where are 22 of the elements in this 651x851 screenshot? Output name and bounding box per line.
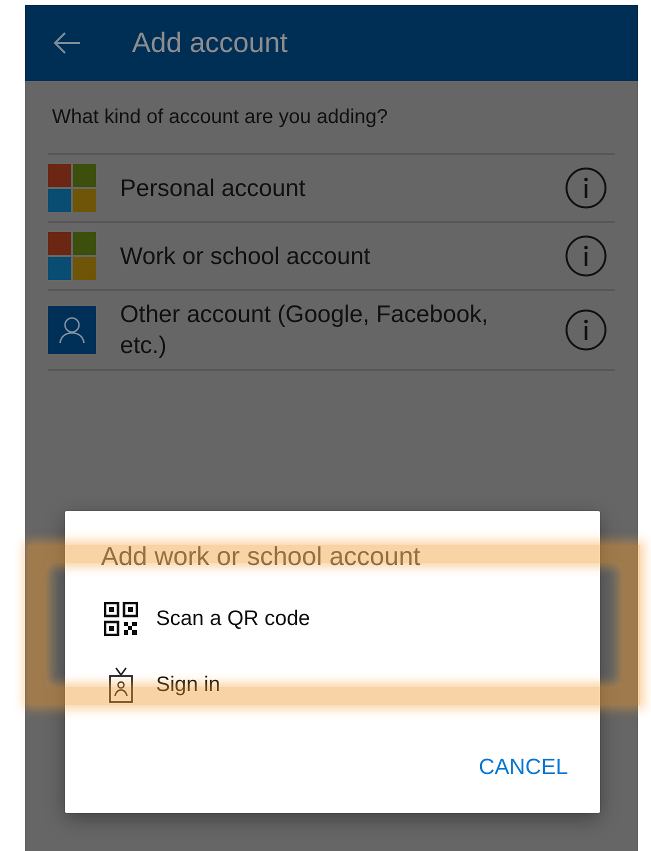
account-type-label: Work or school account: [120, 242, 372, 272]
account-type-item[interactable]: Personal account: [48, 155, 615, 223]
dialog-option[interactable]: Scan a QR code: [65, 586, 600, 652]
info-icon[interactable]: [565, 309, 607, 351]
account-type-label: Other account (Google, Facebook, etc.): [120, 300, 490, 361]
account-type-label: Personal account: [120, 174, 306, 204]
account-type-item[interactable]: Other account (Google, Facebook, etc.): [48, 291, 615, 371]
info-icon[interactable]: [565, 235, 607, 277]
account-type-item[interactable]: Work or school account: [48, 223, 615, 291]
person-icon: [48, 306, 96, 354]
option-label: Scan a QR code: [156, 607, 310, 631]
prompt-text: What kind of account are you adding?: [48, 106, 615, 155]
dialog-option[interactable]: Sign in: [65, 652, 600, 718]
back-arrow-icon[interactable]: [52, 31, 82, 55]
dialog-title: Add work or school account: [100, 540, 422, 573]
info-icon[interactable]: [565, 167, 607, 209]
four-squares-logo-icon: [48, 164, 96, 212]
four-squares-logo-icon: [48, 232, 96, 280]
cancel-button[interactable]: CANCEL: [476, 748, 570, 786]
screen-title: Add account: [132, 27, 288, 59]
option-label: Sign in: [156, 673, 220, 697]
qr-code-icon: [104, 602, 138, 636]
